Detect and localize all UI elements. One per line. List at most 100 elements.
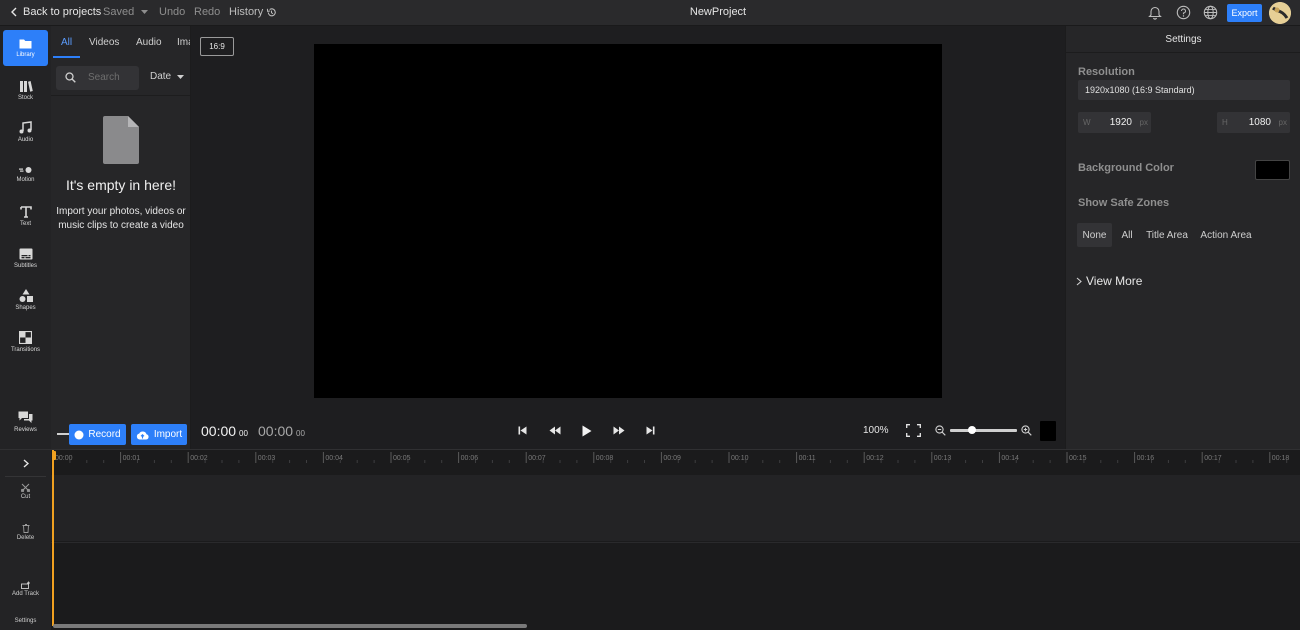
view-more-toggle[interactable]: View More [1076,274,1142,288]
background-color-swatch[interactable] [1255,160,1290,180]
add-track-button[interactable]: Add Track [0,581,51,597]
file-icon [103,116,139,164]
resolution-select[interactable]: 1920x1080 (16:9 Standard) [1078,80,1290,100]
help-button[interactable] [1176,5,1191,20]
ruler-label: 00:01 [123,455,141,462]
cut-button[interactable]: Cut [0,483,51,500]
text-icon [19,205,32,218]
tab-videos[interactable]: Videos [89,37,119,48]
skip-forward-icon [646,426,655,435]
safe-zone-none[interactable]: None [1077,223,1112,247]
timeline-track[interactable] [51,475,1300,541]
zoom-in-button[interactable] [1021,425,1032,436]
rail-item-stock[interactable]: Stock [3,72,48,108]
settings-title: Settings [1165,34,1202,45]
skip-to-end-button[interactable] [645,425,656,436]
subtitles-icon [19,248,32,259]
timeline-toolbar: Cut Delete Add Track Settings [0,449,51,630]
playhead[interactable] [52,450,54,626]
playhead-handle[interactable] [52,451,56,460]
safe-zone-all[interactable]: All [1117,223,1137,247]
ruler-label: 00:03 [258,455,276,462]
search-input[interactable]: Search [56,66,139,90]
sort-dropdown[interactable]: Date [150,71,185,82]
fullscreen-icon [906,424,921,437]
ruler-label: 00:04 [325,455,343,462]
safe-zones-label: Show Safe Zones [1078,197,1170,209]
rail-item-text[interactable]: Text [3,198,48,234]
zoom-out-icon [935,425,946,436]
rail-item-motion[interactable]: Motion [3,156,48,192]
rail-label: Stock [17,94,33,101]
avatar[interactable] [1269,2,1291,24]
rail-item-shapes[interactable]: Shapes [3,282,48,318]
total-time-value: 00:00 [258,423,294,439]
current-time-frames: 00 [239,429,248,438]
ruler-label: 00:07 [528,455,546,462]
ruler-label: 00:02 [190,455,208,462]
shapes-icon [19,289,33,302]
rail-item-reviews[interactable]: Reviews [3,404,48,440]
notifications-button[interactable] [1148,5,1162,20]
tab-all[interactable]: All [61,37,72,48]
height-value: 1080 [1248,117,1271,128]
rewind-icon [549,426,561,435]
tab-audio[interactable]: Audio [136,37,162,48]
expand-timeline-button[interactable] [0,459,51,468]
safe-zone-title-area[interactable]: Title Area [1144,223,1190,247]
delete-button[interactable]: Delete [0,524,51,541]
ruler-label: 00:13 [934,455,952,462]
music-icon [19,121,32,134]
top-bar: Back to projects Saved Undo Redo History… [0,0,1300,26]
total-time-frames: 00 [296,429,305,438]
rail-item-subtitles[interactable]: Subtitles [3,240,48,276]
timeline[interactable]: 00:00 00:01 00:02 00:03 00:04 00:05 00:06 00:07… [51,449,1300,630]
height-field[interactable]: H 1080 px [1217,112,1290,133]
rail-item-library[interactable]: Library [3,30,48,66]
zoom-slider-handle[interactable] [968,426,976,434]
record-button[interactable]: Record [69,424,126,445]
zoom-slider[interactable] [950,429,1017,432]
timeline-settings-button[interactable]: Settings [0,616,51,624]
divider [5,476,46,477]
cut-label: Cut [20,494,31,500]
current-time-value: 00:00 [201,423,237,439]
timeline-scrollbar[interactable] [53,624,527,628]
play-button[interactable] [581,425,592,437]
safe-zone-action-area[interactable]: Action Area [1199,223,1253,247]
ruler-label: 00:09 [663,455,681,462]
width-value: 1920 [1109,117,1132,128]
timeline-ruler[interactable]: 00:00 00:01 00:02 00:03 00:04 00:05 00:06 00:07… [51,450,1300,464]
cloud-upload-icon [136,431,149,439]
active-tab-indicator [53,56,80,58]
export-button[interactable]: Export [1227,4,1262,22]
fullscreen-button[interactable] [906,424,921,437]
empty-state-title: It's empty in here! [65,177,177,193]
video-canvas[interactable] [314,44,942,398]
import-button[interactable]: Import [131,424,187,445]
panel-toggle-button[interactable] [1040,421,1056,441]
fast-forward-button[interactable] [613,425,625,436]
skip-to-start-button[interactable] [517,425,528,436]
trash-icon [22,524,29,533]
zoom-out-button[interactable] [935,425,946,436]
left-rail: Library Stock Audio Motion Text Subtitle… [0,26,51,449]
width-field[interactable]: W 1920 px [1078,112,1151,133]
width-prefix: W [1083,118,1091,127]
timeline-settings-label: Settings [14,618,37,624]
rail-item-transitions[interactable]: Transitions [3,324,48,360]
language-button[interactable] [1203,5,1218,20]
aspect-ratio-button[interactable]: 16:9 [200,37,234,56]
ruler-label: 00:05 [393,455,411,462]
width-unit: px [1139,118,1148,127]
chevron-right-icon [1076,277,1082,286]
tab-images[interactable]: Ima [177,37,190,48]
resolution-label: Resolution [1078,66,1135,78]
rail-item-audio[interactable]: Audio [3,114,48,150]
rewind-button[interactable] [549,425,561,436]
record-icon [74,430,84,440]
ruler-label: 00:17 [1204,455,1222,462]
globe-icon [1203,5,1218,20]
ruler-label: 00:15 [1069,455,1087,462]
ruler-label: 00:06 [461,455,479,462]
